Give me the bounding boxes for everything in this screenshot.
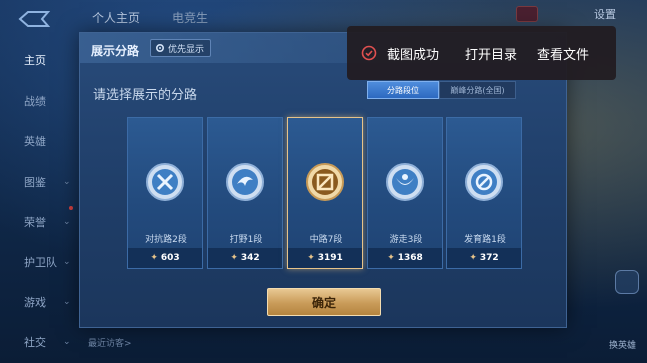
nav-item-home[interactable]: 主页	[0, 45, 80, 75]
farm-lane-icon	[465, 163, 503, 201]
lane-score-value: 1368	[397, 253, 423, 263]
nav-label: 主页	[24, 54, 46, 67]
left-nav: 主页 战绩 英雄 图鉴 ⌄ 荣誉 ⌄ 护卫队 ⌄ 游戏 ⌄ 社交 ⌄	[0, 0, 80, 363]
lane-score: ✦ 603	[128, 248, 202, 268]
lane-score-value: 342	[240, 253, 260, 263]
chevron-down-icon: ⌄	[63, 257, 71, 267]
tab-esports[interactable]: 电竞生	[172, 9, 208, 26]
tab-peak-lane[interactable]: 巅峰分路(全国)	[439, 81, 516, 99]
mid-lane-icon	[306, 163, 344, 201]
nav-item-guard[interactable]: 护卫队 ⌄	[0, 247, 80, 277]
lane-card-jungle[interactable]: 打野1段 ✦ 342	[207, 117, 283, 269]
nav-label: 图鉴	[24, 176, 46, 189]
check-circle-icon	[361, 45, 377, 61]
lane-score-value: 372	[479, 253, 499, 263]
side-button-icon[interactable]	[615, 270, 639, 294]
tab-personal-home[interactable]: 个人主页	[92, 9, 140, 26]
peak-score-icon: ✦	[387, 253, 395, 263]
settings-button[interactable]: 设置	[594, 6, 616, 22]
peak-score-icon: ✦	[469, 253, 477, 263]
view-file-link[interactable]: 查看文件	[537, 44, 589, 63]
lane-score: ✦ 3191	[288, 248, 362, 268]
open-folder-link[interactable]: 打开目录	[465, 44, 517, 63]
peak-score-icon: ✦	[230, 253, 238, 263]
nav-label: 游戏	[24, 296, 46, 309]
lane-name: 打野1段	[229, 235, 263, 245]
chevron-down-icon: ⌄	[63, 217, 71, 227]
jungle-icon	[226, 163, 264, 201]
lane-name: 游走3段	[389, 235, 423, 245]
nav-item-codex[interactable]: 图鉴 ⌄	[0, 167, 80, 197]
priority-label: 优先显示	[168, 44, 205, 55]
confirm-button[interactable]: 确定	[267, 288, 381, 316]
nav-item-social[interactable]: 社交 ⌄	[0, 327, 80, 357]
lane-score: ✦ 372	[447, 248, 521, 268]
dialog-title: 展示分路	[91, 44, 140, 58]
nav-label: 社交	[24, 336, 46, 349]
lane-name: 发育路1段	[464, 235, 506, 245]
nav-label: 战绩	[24, 95, 46, 108]
screenshot-toast: 截图成功 打开目录 查看文件	[347, 26, 616, 80]
recent-visitors-link[interactable]: 最近访客>	[88, 336, 132, 349]
priority-display-button[interactable]: 优先显示	[150, 39, 212, 57]
chevron-down-icon: ⌄	[63, 297, 71, 307]
nav-item-record[interactable]: 战绩	[0, 86, 80, 116]
dialog-subtitle: 请选择展示的分路	[93, 88, 198, 103]
lane-score: ✦ 342	[208, 248, 282, 268]
lane-score-value: 603	[160, 253, 180, 263]
roam-icon	[386, 163, 424, 201]
lane-name: 中路7段	[309, 235, 343, 245]
chevron-down-icon: ⌄	[63, 177, 71, 187]
nav-label: 护卫队	[24, 256, 57, 269]
nav-item-game[interactable]: 游戏 ⌄	[0, 287, 80, 317]
lane-card-farm[interactable]: 发育路1段 ✦ 372	[446, 117, 522, 269]
peak-score-icon: ✦	[150, 253, 158, 263]
nav-label: 荣誉	[24, 216, 46, 229]
clash-lane-icon	[146, 163, 184, 201]
notification-dot	[69, 206, 73, 210]
side-icons	[612, 270, 642, 316]
lane-name: 对抗路2段	[145, 235, 187, 245]
lane-card-mid[interactable]: 中路7段 ✦ 3191	[287, 117, 363, 269]
game-logo-icon	[18, 11, 51, 27]
nav-item-heroes[interactable]: 英雄	[0, 126, 80, 156]
gear-icon	[155, 43, 165, 53]
change-hero-button[interactable]: 换英雄	[609, 338, 636, 351]
peak-score-icon: ✦	[307, 253, 315, 263]
nav-item-honor[interactable]: 荣誉 ⌄	[0, 207, 80, 237]
toast-message: 截图成功	[387, 48, 440, 63]
tab-lane-rank[interactable]: 分路段位	[367, 81, 439, 99]
lane-score-value: 3191	[317, 253, 343, 263]
chevron-down-icon: ⌄	[63, 337, 71, 347]
nav-label: 英雄	[24, 135, 46, 148]
rank-badge-icon	[516, 6, 538, 22]
lane-card-clash[interactable]: 对抗路2段 ✦ 603	[127, 117, 203, 269]
lane-score: ✦ 1368	[368, 248, 442, 268]
lane-card-roam[interactable]: 游走3段 ✦ 1368	[367, 117, 443, 269]
